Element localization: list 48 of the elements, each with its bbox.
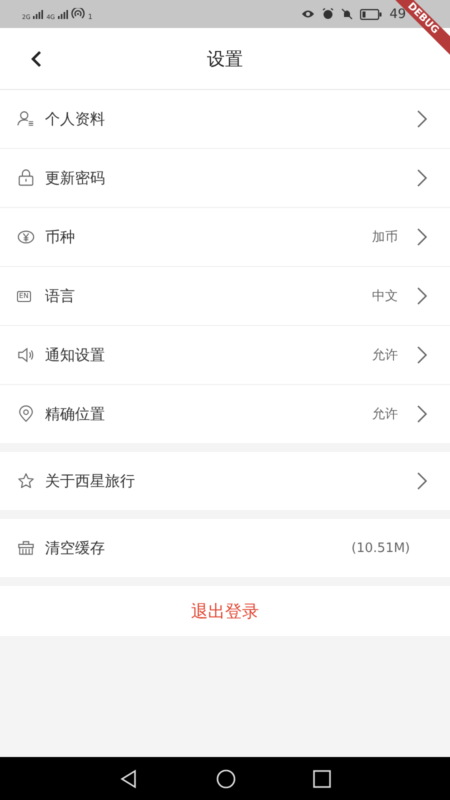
chevron-right-icon — [416, 227, 428, 247]
settings-row[interactable]: 币种 加币 — [0, 208, 450, 267]
settings-row[interactable]: 清空缓存 (10.51M) — [0, 519, 450, 577]
row-value: 加币 — [372, 229, 398, 246]
eye-icon — [301, 9, 316, 19]
speaker-icon — [17, 346, 35, 364]
settings-row[interactable]: 更新密码 — [0, 149, 450, 208]
row-value: 允许 — [372, 406, 398, 423]
logout-button[interactable]: 退出登录 — [0, 586, 450, 636]
currency-icon — [17, 228, 35, 246]
chevron-right-icon — [416, 109, 428, 129]
row-label: 清空缓存 — [45, 538, 105, 558]
row-value: 中文 — [372, 288, 398, 305]
location-pin-icon — [17, 405, 35, 423]
row-label: 语言 — [45, 286, 75, 306]
row-label: 精确位置 — [45, 404, 105, 424]
lock-icon — [17, 169, 35, 187]
row-label: 更新密码 — [45, 168, 105, 188]
clock: 49 — [389, 6, 406, 22]
page-title: 设置 — [207, 48, 243, 70]
back-icon — [30, 50, 42, 68]
settings-row[interactable]: 关于西星旅行 — [0, 452, 450, 510]
bell-off-icon — [341, 8, 354, 20]
basket-icon — [17, 539, 35, 557]
row-label: 币种 — [45, 228, 75, 246]
row-label: 通知设置 — [45, 346, 105, 364]
home-icon[interactable] — [216, 768, 236, 788]
chevron-right-icon — [416, 168, 428, 188]
star-icon — [17, 472, 35, 490]
alarm-icon — [322, 8, 334, 20]
row-label: 关于西星旅行 — [45, 472, 135, 490]
signal-icon — [33, 10, 44, 18]
back-icon[interactable] — [118, 768, 139, 788]
battery-icon — [360, 8, 382, 20]
chevron-right-icon — [416, 404, 428, 424]
person-icon — [17, 110, 35, 128]
settings-row[interactable]: 通知设置 允许 — [0, 326, 450, 385]
chevron-right-icon — [416, 345, 428, 365]
signal-icon — [58, 10, 68, 18]
chevron-right-icon — [416, 471, 428, 491]
hotspot-icon — [70, 8, 85, 20]
settings-row[interactable]: 个人资料 — [0, 90, 450, 149]
recents-icon[interactable] — [313, 770, 332, 788]
settings-row[interactable]: 精确位置 允许 — [0, 385, 450, 443]
row-label: 个人资料 — [45, 110, 105, 128]
row-value: 允许 — [372, 347, 398, 364]
row-value: (10.51M) — [351, 540, 410, 556]
chevron-right-icon — [416, 286, 428, 306]
